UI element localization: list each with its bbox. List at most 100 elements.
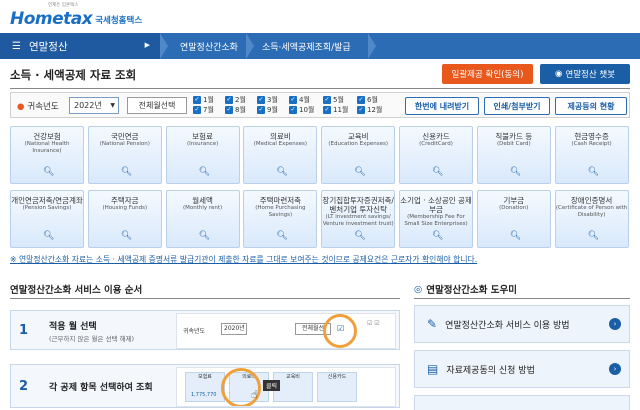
chevron-down-icon: ▼ — [110, 102, 115, 109]
print-attach-button[interactable]: 인쇄/첨부받기 — [484, 97, 550, 115]
deduction-tile[interactable]: 소기업 · 소상공인 공제부금 (Membership Fee For Small… — [399, 190, 473, 248]
help-item-label: 연말정산간소화 서비스 이용 방법 — [445, 320, 570, 331]
step-title: 적용 월 선택 — [49, 322, 97, 332]
step-subtitle: (근무하지 않은 월은 선택 해제) — [49, 335, 135, 343]
deduction-tile[interactable]: 주택자금 (Housing Funds) 🔍︎ — [87, 190, 162, 248]
deduction-tile[interactable]: 의료비 (Medical Expenses) 🔍︎ — [243, 126, 318, 184]
deduction-tile[interactable]: 기부금 (Donation) 🔍︎ — [476, 190, 551, 248]
tile-subtitle: (Medical Expenses) — [253, 141, 308, 147]
chatbot-icon: ◉ — [554, 69, 563, 79]
chatbot-button[interactable]: ◉ 연말정산 챗봇 — [540, 64, 630, 84]
breadcrumb-separator — [246, 33, 254, 59]
document-edit-icon: ✎ — [427, 317, 438, 331]
deduction-tile[interactable]: 개인연금저축/연금계좌 (Pension Savings) 🔍︎ — [10, 190, 84, 248]
click-tooltip: 클릭 — [263, 380, 281, 391]
checkbox-checked-icon[interactable]: ✓ — [193, 105, 201, 114]
month-checkbox-group[interactable]: ✓ 6월 ✓ 12월 — [357, 96, 389, 116]
search-icon: 🔍︎ — [509, 167, 522, 177]
search-icon: 🔍︎ — [509, 231, 522, 241]
month-checkbox-group[interactable]: ✓ 1월 ✓ 7월 — [193, 96, 225, 116]
deduction-tile[interactable]: 장애인증명서 (Certificate of Person with Disabi… — [554, 190, 629, 248]
checkbox-checked-icon[interactable]: ✓ — [357, 96, 365, 104]
logo-text: Hometax — [10, 9, 93, 29]
tile-title: 월세액 — [192, 196, 213, 205]
logo-subtext: 국세청홈택스 — [95, 16, 143, 26]
provision-status-button[interactable]: 제공등의 현황 — [555, 97, 627, 115]
tile-subtitle: (National Health Insurance) — [24, 141, 70, 154]
search-icon: 🔍︎ — [43, 167, 55, 177]
tile-title: 장애인증명서 — [570, 196, 613, 205]
breadcrumb-deduction-inquiry[interactable]: 소득·세액공제조회/발급 — [262, 33, 351, 59]
checkbox-checked-icon[interactable]: ✓ — [289, 105, 297, 114]
checkbox-checked-icon[interactable]: ✓ — [289, 96, 297, 104]
month-checkbox-group[interactable]: ✓ 2월 ✓ 8월 — [225, 96, 257, 116]
hometax-logo[interactable]: 언제든 임혼택스 Hometax 국세청홈택스 — [10, 3, 143, 29]
deduction-tile[interactable]: 보험료 (Insurance) 🔍︎ — [165, 126, 240, 184]
nav-menu-label: 연말정산 — [28, 40, 68, 53]
notice-text[interactable]: ※ 연말정산간소화 자료는 소득 · 세액공제 증명서류 발급기관이 제출한 자… — [10, 254, 630, 265]
tile-subtitle: (Debit Card) — [496, 141, 531, 147]
deduction-tile[interactable]: 국민연금 (National Pension) 🔍︎ — [87, 126, 162, 184]
deduction-tile[interactable]: 장기집합투자증권저축/벤처기업 투자신탁 (LT investment savin… — [321, 190, 396, 248]
hand-cursor-icon: ☝ — [251, 388, 258, 401]
step-number: 1 — [19, 323, 29, 338]
tile-subtitle: (Cash Receipt) — [571, 141, 612, 147]
bulk-consent-button[interactable]: 일괄제공 확인(동의) — [442, 64, 533, 84]
tile-title: 의료비 — [270, 132, 291, 141]
checkbox-checked-icon: ☑ — [337, 324, 345, 333]
step-1-illustration: 귀속년도 2020년 전체월선 ☑ ☑ ☑ — [176, 313, 396, 349]
headset-icon: ◎ — [414, 283, 423, 295]
tile-subtitle: (National Pension) — [99, 141, 150, 147]
checkbox-checked-icon: ☑ ☑ — [367, 320, 380, 327]
hamburger-icon: ☰ — [12, 40, 21, 52]
tile-subtitle: (Insurance) — [186, 141, 219, 147]
tile-title: 국민연금 — [110, 132, 139, 141]
deduction-tile[interactable]: 주택마련저축 (Home Purchasing Savings) 🔍︎ — [243, 190, 318, 248]
year-label: ● 귀속년도 — [17, 102, 59, 112]
logo-tagline: 언제든 임혼택스 — [48, 3, 79, 8]
search-icon: 🔍︎ — [354, 167, 366, 177]
step-2-illustration: 보험료 의료비 교육비 신용카드 1,775,770 클릭 ☝ — [176, 367, 396, 407]
month-checkbox-group[interactable]: ✓ 4월 ✓ 10월 — [289, 96, 321, 116]
checkbox-checked-icon[interactable]: ✓ — [193, 96, 201, 104]
year-select[interactable]: 2022년 ▼ — [69, 97, 119, 114]
month-checkbox-group[interactable]: ✓ 3월 ✓ 9월 — [257, 96, 289, 116]
tile-subtitle: (Education Expenses) — [328, 141, 388, 147]
deduction-tile[interactable]: 건강보험 (National Health Insurance) 🔍︎ — [10, 126, 84, 184]
deduction-tile[interactable]: 월세액 (Monthly rent) 🔍︎ — [165, 190, 240, 248]
tile-subtitle: (Donation) — [499, 205, 529, 211]
tile-subtitle: (Pension Savings) — [22, 205, 72, 211]
search-icon: 🔍︎ — [120, 231, 133, 241]
download-all-button[interactable]: 한번에 내려받기 — [405, 97, 479, 115]
usage-section-title: 연말정산간소화 서비스 이용 순서 — [10, 285, 143, 296]
breadcrumb-simplified[interactable]: 연말정산간소화 — [180, 33, 238, 59]
checkbox-checked-icon[interactable]: ✓ — [225, 96, 233, 104]
checkbox-checked-icon[interactable]: ✓ — [323, 105, 331, 114]
search-icon: 🔍︎ — [276, 231, 288, 241]
tile-title: 장기집합투자증권저축/벤처기업 투자신탁 — [322, 196, 394, 214]
deduction-tile[interactable]: 신용카드 (CreditCard) 🔍︎ — [399, 126, 473, 184]
help-consent-guide[interactable]: ▤ 자료제공동의 신청 방법 › — [414, 350, 630, 388]
select-all-months-button[interactable]: 전체월선택 — [127, 97, 187, 114]
tile-title: 교육비 — [347, 132, 369, 141]
search-icon: 🔍︎ — [120, 167, 133, 177]
tile-title: 보험료 — [192, 132, 213, 141]
help-section-title: ◎ 연말정산간소화 도우미 — [414, 283, 518, 297]
checkbox-checked-icon[interactable]: ✓ — [357, 105, 365, 114]
checkbox-checked-icon[interactable]: ✓ — [257, 105, 265, 114]
nav-menu-button[interactable]: ☰ 연말정산 ▶ — [0, 33, 160, 59]
title-divider — [10, 88, 630, 89]
month-checkbox-group[interactable]: ✓ 5월 ✓ 11월 — [323, 96, 355, 116]
search-icon: 🔍︎ — [198, 231, 211, 241]
step-number: 2 — [19, 379, 29, 394]
help-usage-guide[interactable]: ✎ 연말정산간소화 서비스 이용 방법 › — [414, 305, 630, 343]
tile-subtitle: (Certificate of Person with Disability) — [555, 205, 628, 218]
deduction-tile[interactable]: 교육비 (Education Expenses) 🔍︎ — [321, 126, 396, 184]
deduction-tile[interactable]: 현금영수증 (Cash Receipt) 🔍︎ — [554, 126, 629, 184]
checkbox-checked-icon[interactable]: ✓ — [257, 96, 265, 104]
help-next-item[interactable] — [414, 395, 630, 410]
arrow-right-icon: › — [609, 363, 621, 375]
deduction-tile[interactable]: 직불카드 등 (Debit Card) 🔍︎ — [476, 126, 551, 184]
checkbox-checked-icon[interactable]: ✓ — [323, 96, 331, 104]
checkbox-checked-icon[interactable]: ✓ — [225, 105, 233, 114]
